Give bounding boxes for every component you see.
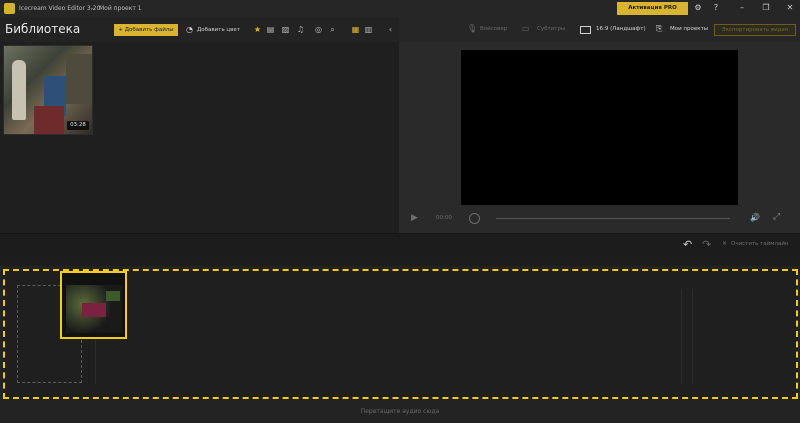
star-icon[interactable]: ★	[252, 24, 263, 36]
close-icon[interactable]: ✕	[784, 2, 796, 14]
aspect-ratio-icon	[580, 26, 591, 34]
gear-icon[interactable]: ⚙	[692, 2, 704, 14]
my-projects-button[interactable]: Мои проекты	[670, 26, 708, 32]
app-title: Icecream Video Editor 3.20	[19, 5, 101, 12]
clear-timeline-button[interactable]: Очистить таймлайн	[731, 241, 789, 247]
activate-pro-button[interactable]: Активация PRO версии	[617, 2, 688, 24]
timeline-ruler	[0, 255, 800, 266]
maximize-icon[interactable]: ❐	[760, 2, 772, 14]
fullscreen-icon[interactable]: ⤢	[773, 212, 780, 222]
dragged-clip-thumbnail[interactable]	[60, 271, 127, 339]
video-filter-icon[interactable]: ▤	[265, 24, 276, 36]
grid-view-icon[interactable]: ▦	[350, 24, 361, 36]
clip-shape	[106, 291, 120, 301]
clip-shape	[82, 303, 106, 317]
video-duration-badge: 03:28	[67, 121, 89, 130]
subtitles-button[interactable]: Субтитры	[537, 26, 565, 32]
track-divider	[681, 289, 682, 384]
video-preview-screen	[461, 50, 738, 205]
add-files-button[interactable]: + Добавить файлы	[114, 24, 178, 36]
voiceover-button[interactable]: Войсовер	[480, 26, 507, 32]
list-view-icon[interactable]: ▥	[363, 24, 374, 36]
volume-icon[interactable]: 🔊	[750, 213, 760, 222]
aspect-ratio-button[interactable]: 16:9 (Ландшафт)	[596, 26, 646, 32]
undo-icon[interactable]: ↶	[683, 238, 692, 251]
help-icon[interactable]: ?	[710, 2, 722, 14]
app-logo-icon	[4, 3, 15, 14]
add-color-button[interactable]: Добавить цвет	[197, 24, 257, 36]
title-separator: -	[91, 5, 94, 12]
subtitles-icon: ▭	[522, 24, 530, 33]
library-title: Библиотека	[5, 22, 81, 36]
redo-icon[interactable]: ↷	[702, 238, 711, 251]
project-title: Мой проект 1	[99, 5, 142, 12]
collapse-icon[interactable]: ‹	[385, 24, 396, 36]
drop-audio-hint: Перетащите аудио сюда	[360, 408, 440, 415]
thumb-shape	[12, 60, 26, 120]
seek-handle[interactable]	[469, 213, 480, 224]
player-time: 00:00	[436, 215, 452, 221]
palette-icon: ◔	[186, 25, 193, 34]
close-icon: ✕	[722, 240, 728, 247]
seek-bar[interactable]	[496, 218, 730, 219]
audio-filter-icon[interactable]: ♫	[295, 24, 306, 36]
microphone-icon: 🎙	[467, 24, 478, 33]
timeline-toolbar	[0, 233, 800, 255]
thumb-shape	[34, 106, 64, 134]
export-video-button[interactable]: Экспортировать видео	[714, 24, 796, 36]
thumb-shape	[66, 54, 92, 104]
color-filter-icon[interactable]: ◎	[313, 24, 324, 36]
search-icon[interactable]: ⌕	[327, 24, 338, 36]
minimize-icon[interactable]: –	[736, 2, 748, 14]
projects-icon: ⎘	[656, 24, 663, 33]
image-filter-icon[interactable]: ▨	[280, 24, 291, 36]
track-divider	[692, 289, 693, 384]
play-icon[interactable]: ▶	[411, 213, 421, 223]
